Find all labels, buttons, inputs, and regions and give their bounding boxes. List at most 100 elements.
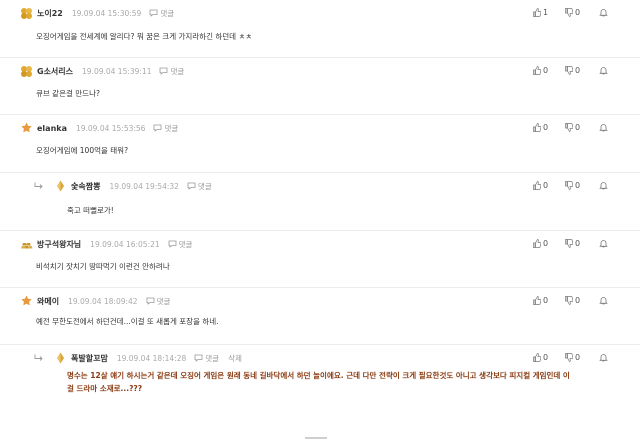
reply-link[interactable]: 댓글 [153,123,178,134]
delete-link[interactable]: 삭제 [228,353,242,364]
speech-bubble-icon [146,297,154,305]
speech-bubble-icon [149,9,158,17]
thumbs-up-icon [533,296,541,305]
thumbs-down-icon [565,66,573,75]
bell-icon [599,9,608,17]
report-button[interactable] [599,8,608,17]
like-count: 0 [543,181,549,190]
reply-arrow-icon [34,182,43,189]
reply-link[interactable]: 댓글 [159,66,184,77]
gold-medal-icon [21,66,32,77]
comment-nickname[interactable]: elanka [37,124,67,133]
comment-nickname[interactable]: 방구석왕자님 [37,239,81,250]
star-medal-icon [21,295,32,306]
dislike-count: 0 [575,123,581,132]
speech-bubble-icon [154,124,162,132]
like-button[interactable]: 0 [533,353,553,362]
comment-item: G소서리스 19.09.04 15:39:11 댓글 큐브 같은걸 만드나? 0… [0,58,640,115]
bell-icon [599,67,608,75]
report-button[interactable] [599,123,608,132]
reply-link[interactable]: 댓글 [146,296,171,307]
speech-bubble-icon [168,240,177,248]
comment-timestamp: 19.09.04 15:30:59 [71,8,142,18]
like-count: 0 [543,66,549,75]
pagination-indicator[interactable] [305,437,327,439]
report-button[interactable] [599,296,608,305]
dislike-count: 0 [575,181,581,190]
gold-medal-icon [21,8,32,19]
dislike-button[interactable]: 0 [565,66,587,75]
diamond-medal-icon [57,352,64,364]
bell-icon [599,182,608,190]
dislike-button[interactable]: 0 [565,296,587,305]
thumbs-down-icon [565,123,573,132]
dislike-button[interactable]: 0 [565,123,587,132]
reply-item: 폭발할꼬맘 19.09.04 18:14:28 댓글 삭제 명수는 12살 얘기… [0,345,640,425]
dislike-button[interactable]: 0 [565,353,587,362]
speech-bubble-icon [160,67,168,75]
thumbs-down-icon [565,8,573,17]
thumbs-down-icon [565,353,573,362]
comment-item: 방구석왕자님 19.09.04 16:05:21 댓글 비석치기 잣치기 땅따먹… [0,231,640,288]
like-button[interactable]: 0 [533,123,553,132]
reply-label: 댓글 [160,8,175,18]
comment-timestamp: 19.09.04 15:39:11 [82,66,152,76]
comment-nickname[interactable]: 숯속짬뽕 [71,181,100,192]
report-button[interactable] [599,181,608,190]
dislike-button[interactable]: 0 [565,239,587,248]
bell-icon [599,354,608,362]
star-medal-icon [21,122,32,133]
dislike-count: 0 [575,239,581,248]
reply-arrow-icon [34,354,43,361]
thumbs-up-icon [533,8,541,17]
like-button[interactable]: 0 [533,239,553,248]
thumbs-up-icon [533,353,541,362]
comment-nickname[interactable]: G소서리스 [37,66,73,77]
comment-nickname[interactable]: 노이22 [37,8,63,19]
reply-link[interactable]: 댓글 [168,239,193,250]
comment-text: 오징어게임에 100억을 태워? [36,146,129,155]
comment-timestamp: 19.09.04 19:54:32 [109,181,179,191]
like-count: 1 [543,8,549,17]
reply-link[interactable]: 댓글 [187,181,212,192]
reply-link[interactable]: 댓글 [149,8,174,19]
comment-timestamp: 19.09.04 15:53:56 [75,123,146,133]
comment-text: 예전 무한도전에서 하던건데...이걸 또 새롭게 포장을 하네. [36,317,219,326]
diamond-medal-icon [57,180,64,192]
like-button[interactable]: 0 [533,296,553,305]
report-button[interactable] [599,239,608,248]
comment-text: 오징어게임을 전세계에 알리다? 뭐 꿈은 크게 가지라하긴 하던데 ㅊㅊ [36,32,253,41]
reply-label: 댓글 [156,296,171,306]
thumbs-down-icon [565,181,573,190]
dislike-count: 0 [575,66,581,75]
like-button[interactable]: 1 [533,8,553,17]
dislike-button[interactable]: 0 [565,8,587,17]
reply-label: 댓글 [178,239,193,249]
bell-icon [599,297,608,305]
thumbs-down-icon [565,239,573,248]
comment-text: 죽고 떠뻘로가! [67,206,114,215]
like-button[interactable]: 0 [533,66,553,75]
report-button[interactable] [599,353,608,362]
bell-icon [599,124,608,132]
comment-list: 노이22 19.09.04 15:30:59 댓글 오징어게임을 전세계에 알리… [0,0,640,425]
reply-label: 댓글 [197,181,212,191]
thumbs-up-icon [533,181,541,190]
comment-text: 비석치기 잣치기 땅따먹기 이런건 안하려나 [36,262,170,271]
comment-nickname[interactable]: 와메이 [37,296,59,307]
comment-text: 큐브 같은걸 만드나? [36,89,100,98]
comment-timestamp: 19.09.04 16:05:21 [90,239,160,249]
dislike-button[interactable]: 0 [565,181,587,190]
like-button[interactable]: 0 [533,181,553,190]
speech-bubble-icon [187,182,196,190]
report-button[interactable] [599,66,608,75]
reply-link[interactable]: 댓글 [194,353,219,364]
comment-item: 와메이 19.09.04 18:09:42 댓글 예전 무한도전에서 하던건데.… [0,288,640,345]
reply-label: 댓글 [164,123,179,133]
thumbs-up-icon [533,66,541,75]
comment-nickname[interactable]: 폭발할꼬맘 [71,353,108,364]
comment-text: 명수는 12살 얘기 하시는거 같은데 오징어 게임은 원래 동네 길바닥에서 … [67,371,570,393]
dislike-count: 0 [575,353,581,362]
comment-timestamp: 19.09.04 18:09:42 [68,296,138,306]
bell-icon [599,240,608,248]
